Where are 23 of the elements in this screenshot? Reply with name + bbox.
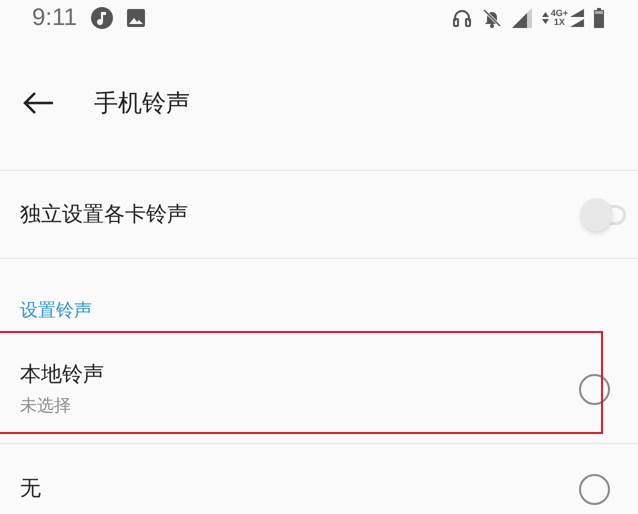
data-arrows-icon bbox=[542, 12, 549, 24]
music-note-icon bbox=[90, 6, 113, 28]
radio-button[interactable] bbox=[579, 474, 610, 504]
status-time: 9:11 bbox=[32, 2, 77, 32]
network-type-label: 1X bbox=[554, 18, 565, 26]
option-subtitle: 未选择 bbox=[20, 395, 72, 418]
back-arrow-icon bbox=[22, 90, 54, 114]
network-type-label: 4G+ bbox=[550, 8, 568, 18]
signal-icon bbox=[570, 8, 584, 16]
signal-icon bbox=[570, 18, 584, 26]
option-row[interactable]: 本地铃声 未选择 bbox=[0, 335, 638, 443]
section-header: 设置铃声 bbox=[20, 299, 92, 323]
image-icon bbox=[126, 8, 145, 26]
battery-icon bbox=[594, 8, 604, 28]
setting-label: 独立设置各卡铃声 bbox=[20, 200, 188, 228]
muted-bell-icon bbox=[482, 8, 502, 28]
signal-icon bbox=[512, 8, 532, 28]
option-label: 本地铃声 bbox=[20, 360, 104, 388]
headphones-icon bbox=[452, 8, 472, 28]
page-title: 手机铃声 bbox=[94, 88, 190, 118]
option-label: 无 bbox=[20, 475, 41, 502]
radio-button[interactable] bbox=[579, 374, 610, 404]
option-row[interactable]: 无 bbox=[0, 444, 638, 514]
